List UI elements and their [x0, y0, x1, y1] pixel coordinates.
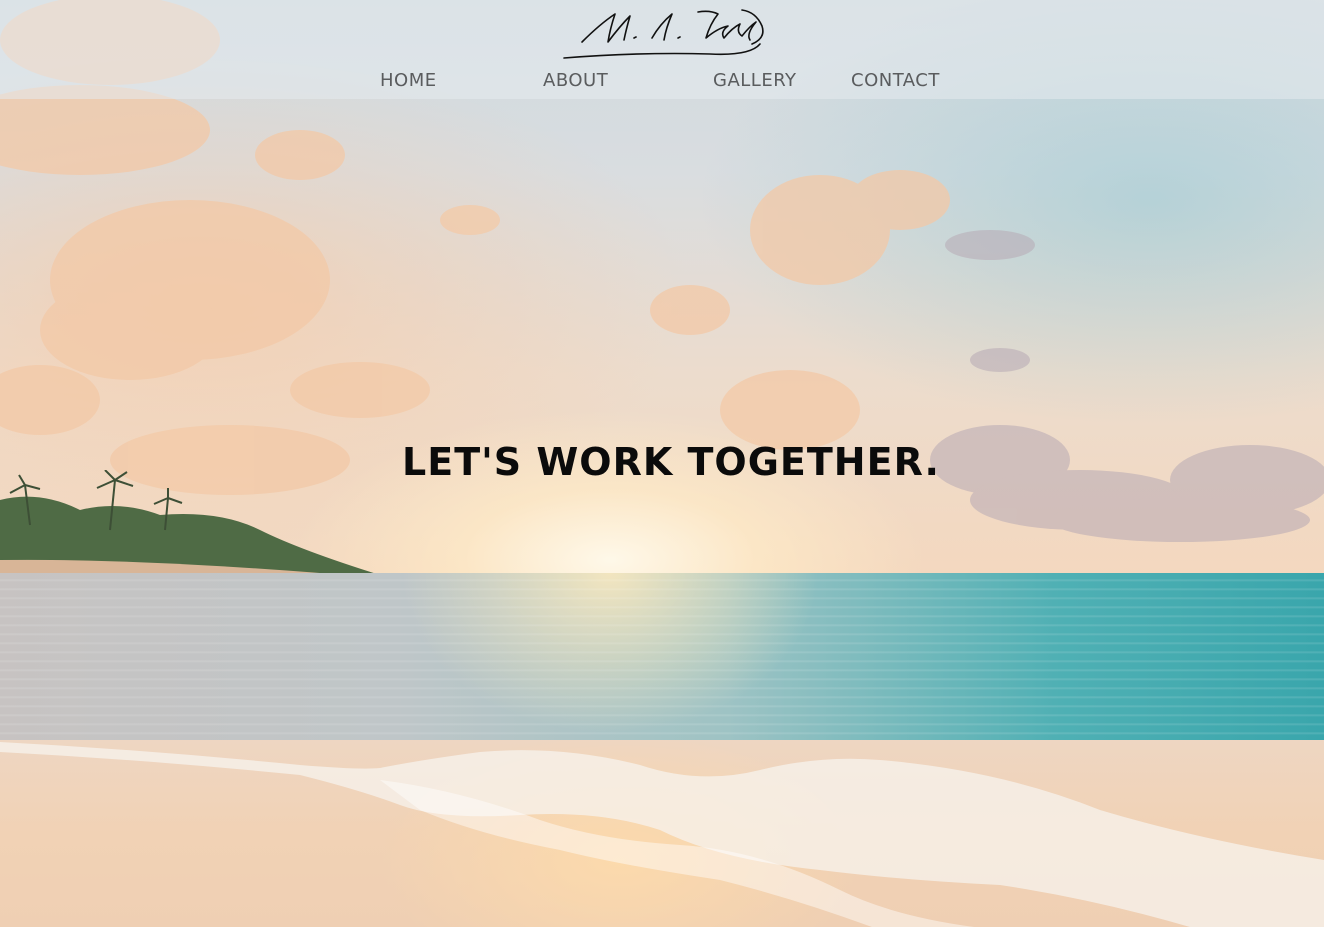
nav-contact-link[interactable]: CONTACT — [851, 70, 940, 91]
signature-logo[interactable] — [560, 4, 766, 62]
hero-background-shoreline — [0, 470, 380, 590]
nav-gallery-link[interactable]: GALLERY — [713, 70, 797, 91]
site-header: HOME ABOUT GALLERY CONTACT — [0, 0, 1324, 99]
main-nav: HOME ABOUT GALLERY CONTACT — [0, 70, 1324, 96]
page: HOME ABOUT GALLERY CONTACT LET'S WORK TO… — [0, 0, 1324, 927]
nav-about-link[interactable]: ABOUT — [543, 70, 608, 91]
hero-title: LET'S WORK TOGETHER. — [402, 440, 940, 484]
hero-background-foam — [0, 742, 1324, 927]
nav-home-link[interactable]: HOME — [380, 70, 437, 91]
